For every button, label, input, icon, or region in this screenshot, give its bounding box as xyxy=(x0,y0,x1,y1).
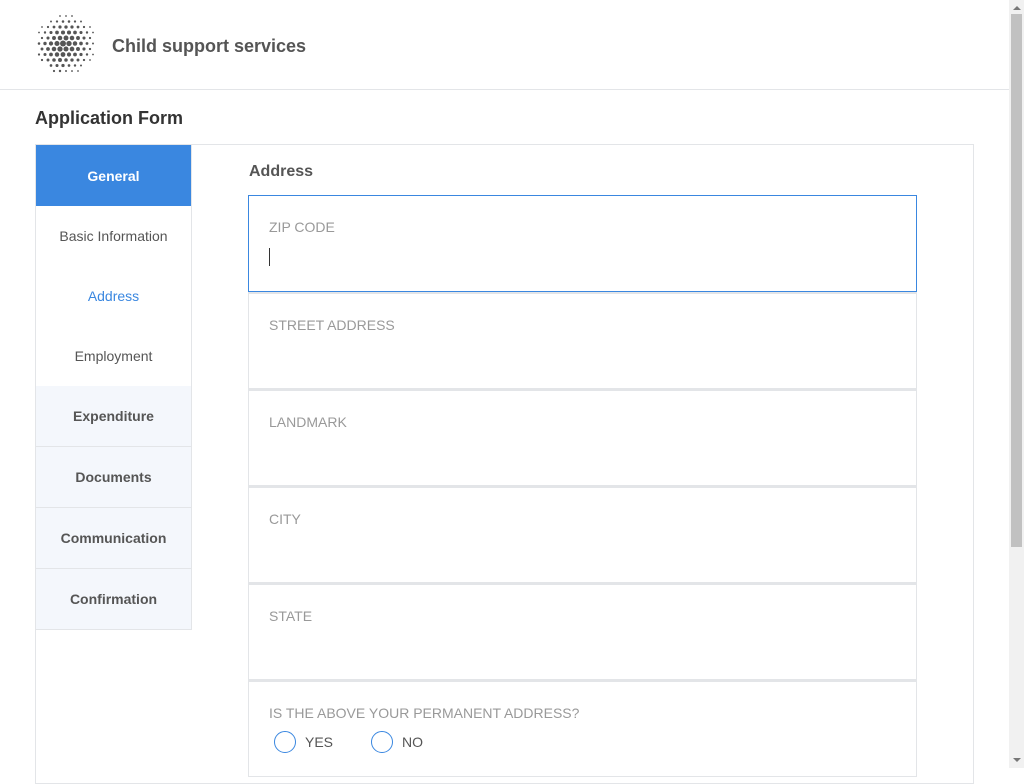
radio-yes[interactable]: YES xyxy=(274,731,333,753)
sidebar-item-expenditure[interactable]: Expenditure xyxy=(35,386,192,447)
street-address-field[interactable]: STREET ADDRESS xyxy=(248,292,917,389)
form-panel: General Basic Information Address Employ… xyxy=(35,144,974,784)
scrollbar-thumb[interactable] xyxy=(1011,14,1022,547)
text-cursor xyxy=(269,248,270,266)
sidebar-item-communication[interactable]: Communication xyxy=(35,508,192,569)
radio-label: YES xyxy=(305,734,334,750)
field-label: ZIP CODE xyxy=(269,219,335,235)
field-label: STATE xyxy=(269,608,313,624)
logo-icon xyxy=(37,15,94,73)
permanent-address-question: IS THE ABOVE YOUR PERMANENT ADDRESS? YES… xyxy=(248,680,917,777)
app-title: Child support services xyxy=(112,36,307,56)
field-label: LANDMARK xyxy=(269,414,347,430)
city-field[interactable]: CITY xyxy=(248,486,917,583)
page-title: Application Form xyxy=(35,108,183,128)
zip-code-field[interactable]: ZIP CODE xyxy=(248,195,917,292)
section-title: Address xyxy=(249,163,314,180)
field-label: STREET ADDRESS xyxy=(269,317,395,333)
scroll-up-icon[interactable] xyxy=(1013,6,1021,10)
scrollbar[interactable] xyxy=(1009,0,1024,768)
address-fields: ZIP CODE STREET ADDRESS LANDMARK CITY ST… xyxy=(248,195,917,777)
landmark-field[interactable]: LANDMARK xyxy=(248,389,917,486)
radio-circle[interactable] xyxy=(274,731,296,753)
sidebar-item-confirmation[interactable]: Confirmation xyxy=(35,569,192,630)
sidebar-item-general[interactable]: General xyxy=(36,145,192,206)
state-field[interactable]: STATE xyxy=(248,583,917,680)
sidebar-item-documents[interactable]: Documents xyxy=(35,447,192,508)
header: Child support services xyxy=(0,0,1009,90)
scroll-down-icon[interactable] xyxy=(1013,758,1021,762)
radio-no[interactable]: NO xyxy=(371,731,423,753)
sidebar-item-address[interactable]: Address xyxy=(36,266,192,326)
radio-circle[interactable] xyxy=(371,731,394,753)
field-label: CITY xyxy=(269,511,301,527)
radio-label: NO xyxy=(402,734,424,750)
sidebar: General Basic Information Address Employ… xyxy=(35,145,192,630)
question-label: IS THE ABOVE YOUR PERMANENT ADDRESS? xyxy=(269,705,580,721)
sidebar-item-employment[interactable]: Employment xyxy=(36,326,192,386)
sidebar-item-basic-information[interactable]: Basic Information xyxy=(36,206,192,266)
